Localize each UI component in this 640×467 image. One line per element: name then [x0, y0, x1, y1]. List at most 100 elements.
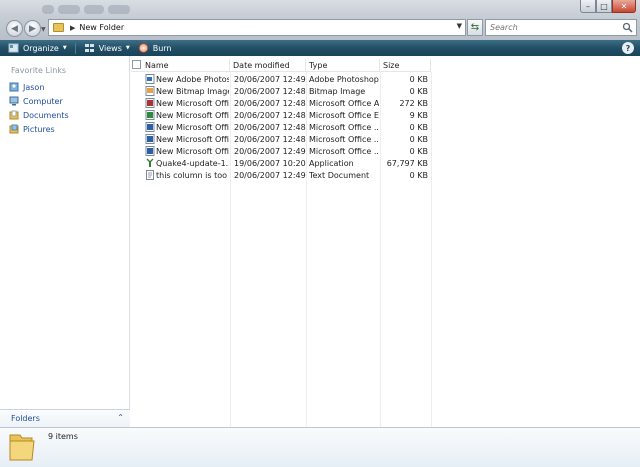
word-file-icon — [145, 134, 155, 144]
back-button[interactable]: ◀ — [6, 20, 23, 37]
command-toolbar: Organize ▼ Views ▼ Burn ? — [0, 40, 640, 56]
computer-icon — [9, 96, 19, 106]
refresh-button[interactable]: ⇆ — [467, 19, 483, 36]
search-icon[interactable] — [622, 22, 633, 33]
organize-button[interactable]: Organize ▼ — [8, 43, 67, 53]
file-name: New Microsoft Offi... — [156, 146, 229, 156]
nav-link-label: Documents — [23, 110, 69, 120]
bitmap-file-icon — [145, 86, 155, 96]
minimize-button[interactable]: – — [580, 0, 596, 13]
file-row[interactable]: New Microsoft Offi... 20/06/2007 12:48 ..… — [131, 97, 431, 109]
file-name: New Bitmap Image... — [156, 86, 229, 96]
file-row[interactable]: Quake4-update-1.3... 19/06/2007 10:20 ...… — [131, 157, 431, 169]
file-date-modified: 20/06/2007 12:48 ... — [234, 122, 306, 132]
file-list: Name Date modified Type Size New Adobe P… — [131, 56, 640, 427]
file-size: 0 KB — [409, 134, 428, 144]
burn-label: Burn — [152, 43, 172, 53]
column-header-name[interactable]: Name — [131, 59, 230, 72]
file-size: 0 KB — [409, 86, 428, 96]
file-name: New Microsoft Offi... — [156, 122, 229, 132]
maximize-button[interactable]: □ — [596, 0, 612, 13]
chevron-up-icon[interactable]: ⌃ — [117, 413, 124, 422]
file-row[interactable]: New Microsoft Offi... 20/06/2007 12:48 ..… — [131, 133, 431, 145]
file-name: New Adobe Photos... — [156, 74, 229, 84]
breadcrumb-arrow-icon[interactable]: ▶ — [70, 24, 75, 32]
organize-icon — [8, 43, 19, 53]
nav-link-pictures[interactable]: Pictures — [9, 122, 69, 136]
file-name: New Microsoft Offi... — [156, 110, 229, 120]
chevron-down-icon: ▼ — [125, 45, 130, 51]
file-name: New Microsoft Offi... — [156, 134, 229, 144]
file-date-modified: 20/06/2007 12:49 ... — [234, 170, 306, 180]
file-date-modified: 20/06/2007 12:49 ... — [234, 146, 306, 156]
file-date-modified: 20/06/2007 12:48 ... — [234, 110, 306, 120]
photoshop-file-icon — [145, 74, 155, 84]
file-type: Microsoft Office ... — [309, 122, 379, 132]
file-size: 0 KB — [409, 170, 428, 180]
address-dropdown-icon[interactable]: ▼ — [457, 22, 462, 30]
nav-link-label: Computer — [23, 96, 63, 106]
nav-link-documents[interactable]: Documents — [9, 108, 69, 122]
file-row[interactable]: New Microsoft Offi... 20/06/2007 12:48 ..… — [131, 121, 431, 133]
file-type: Microsoft Office A... — [309, 98, 379, 108]
file-size: 0 KB — [409, 122, 428, 132]
address-bar[interactable]: ▶ New Folder ▼ — [48, 19, 466, 36]
chevron-down-icon: ▼ — [62, 45, 67, 51]
documents-icon — [9, 110, 19, 120]
file-size: 0 KB — [409, 146, 428, 156]
file-type: Bitmap Image — [309, 86, 366, 96]
file-row[interactable]: this column is too s... 20/06/2007 12:49 … — [131, 169, 431, 181]
column-headers: Name Date modified Type Size — [131, 59, 431, 72]
file-date-modified: 20/06/2007 12:48 ... — [234, 134, 306, 144]
file-date-modified: 20/06/2007 12:48 ... — [234, 98, 306, 108]
file-row[interactable]: New Adobe Photos... 20/06/2007 12:49 ...A… — [131, 73, 431, 85]
breadcrumb-current[interactable]: New Folder — [79, 23, 124, 32]
navigation-pane: Favorite Links Jason Computer Documents — [0, 56, 130, 427]
file-size: 272 KB — [399, 98, 428, 108]
installer-icon — [146, 158, 154, 167]
column-header-date-modified[interactable]: Date modified — [230, 59, 306, 72]
file-name: New Microsoft Offi... — [156, 98, 229, 108]
pictures-icon — [9, 124, 19, 134]
search-box[interactable] — [485, 19, 637, 36]
help-icon[interactable]: ? — [622, 42, 634, 54]
nav-link-label: Jason — [23, 82, 45, 92]
folders-toggle[interactable]: Folders ⌃ — [0, 409, 130, 427]
file-date-modified: 20/06/2007 12:49 ... — [234, 74, 306, 84]
recent-pages-dropdown[interactable]: ▼ — [41, 26, 46, 33]
file-date-modified: 20/06/2007 12:48 ... — [234, 86, 306, 96]
file-size: 67,797 KB — [386, 158, 428, 168]
file-type: Microsoft Office E... — [309, 110, 379, 120]
file-row[interactable]: New Microsoft Offi... 20/06/2007 12:49 ..… — [131, 145, 431, 157]
word-file-icon — [145, 122, 155, 132]
search-input[interactable] — [490, 23, 620, 32]
file-row[interactable]: New Microsoft Offi... 20/06/2007 12:48 ..… — [131, 109, 431, 121]
favorite-links-heading: Favorite Links — [11, 66, 67, 75]
column-header-type[interactable]: Type — [306, 59, 380, 72]
file-row[interactable]: New Bitmap Image... 20/06/2007 12:48 ...B… — [131, 85, 431, 97]
file-name: this column is too s... — [156, 170, 229, 180]
file-size: 9 KB — [409, 110, 428, 120]
nav-link-jason[interactable]: Jason — [9, 80, 69, 94]
title-bar: – □ ✕ ◀ ▶ ▼ ▶ New Folder ▼ ⇆ — [0, 0, 640, 40]
column-header-size[interactable]: Size — [380, 59, 431, 72]
views-label: Views — [98, 43, 122, 53]
burn-button[interactable]: Burn — [138, 43, 172, 53]
organize-label: Organize — [23, 43, 59, 53]
folder-icon — [9, 434, 35, 461]
file-type: Microsoft Office ... — [309, 146, 379, 156]
nav-link-computer[interactable]: Computer — [9, 94, 69, 108]
file-type: Application — [309, 158, 354, 168]
column-divider — [431, 72, 432, 427]
folders-label: Folders — [11, 414, 40, 423]
close-button[interactable]: ✕ — [612, 0, 636, 13]
burn-disc-icon — [138, 43, 149, 53]
file-type: Microsoft Office ... — [309, 134, 379, 144]
views-button[interactable]: Views ▼ — [84, 43, 130, 53]
word-file-icon — [145, 146, 155, 156]
file-size: 0 KB — [409, 74, 428, 84]
details-pane: 9 items — [0, 427, 640, 467]
forward-button[interactable]: ▶ — [24, 20, 41, 37]
toolbar-divider — [74, 42, 76, 54]
user-icon — [9, 82, 19, 92]
